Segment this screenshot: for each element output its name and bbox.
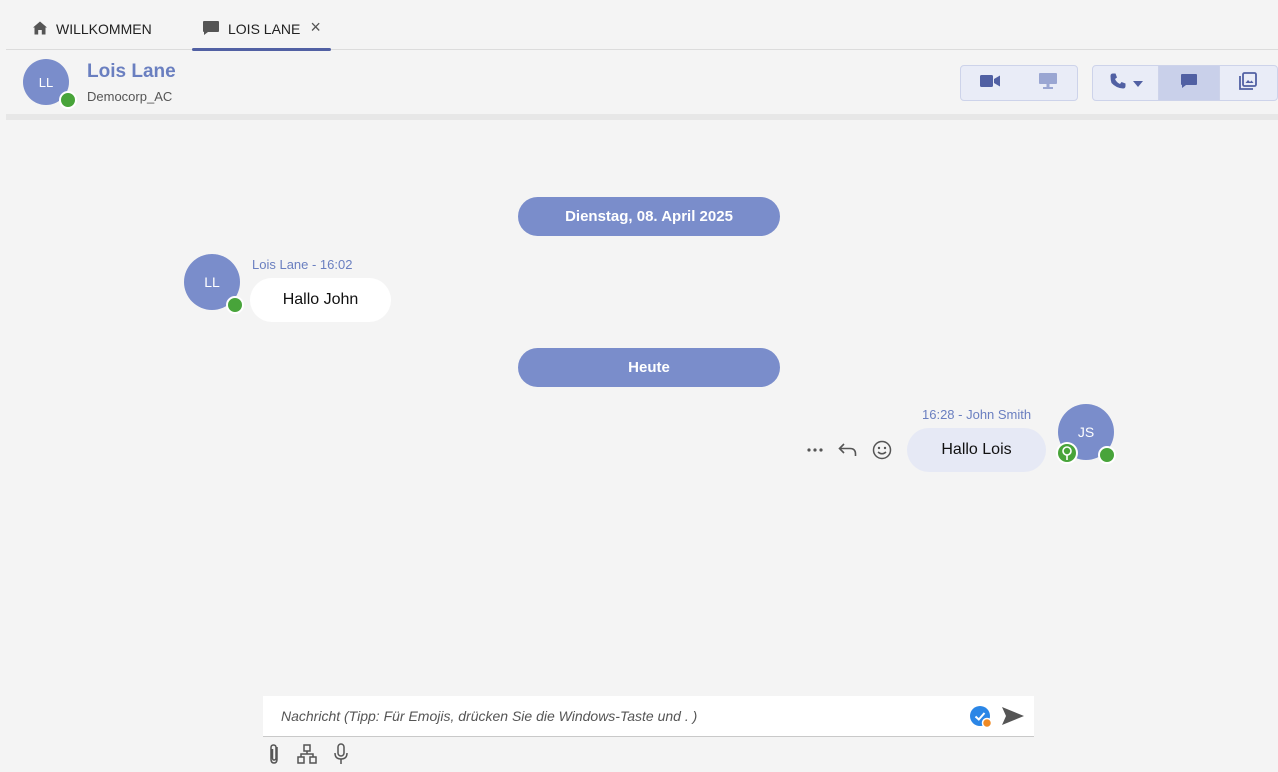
message-meta: Lois Lane - 16:02 (252, 257, 353, 272)
presence-online-icon (226, 296, 244, 314)
message-bubble[interactable]: Hallo John (250, 278, 391, 322)
avatar-initials: LL (38, 74, 54, 90)
tab-lois-lane[interactable]: LOIS LANE × (192, 8, 331, 51)
date-separator: Heute (518, 348, 780, 387)
presence-online-icon (1098, 446, 1116, 464)
contact-organization: Democorp_AC (87, 89, 173, 104)
tab-willkommen[interactable]: WILLKOMMEN (22, 8, 162, 50)
avatar-initials: JS (1077, 424, 1095, 440)
media-button-group (960, 65, 1078, 101)
whiteboard-button[interactable] (1220, 66, 1277, 100)
microphone-icon[interactable] (332, 742, 350, 766)
date-separator: Dienstag, 08. April 2025 (518, 197, 780, 236)
phone-icon (1109, 72, 1127, 95)
status-check-icon (969, 705, 993, 734)
presence-online-icon (59, 91, 77, 109)
conversation-header: LL Lois Lane Democorp_AC (6, 51, 1278, 114)
read-receipt-icon (1056, 442, 1078, 464)
communication-button-group (1092, 65, 1278, 101)
chevron-down-icon (1132, 74, 1143, 92)
avatar[interactable]: JS (1056, 404, 1116, 464)
tab-bar: WILLKOMMEN LOIS LANE × (6, 8, 1278, 51)
close-icon[interactable]: × (310, 18, 321, 36)
screen-share-icon (1038, 72, 1058, 95)
tab-label: WILLKOMMEN (56, 21, 152, 37)
header-separator (6, 114, 1278, 120)
composer-tools (266, 742, 350, 766)
send-icon[interactable] (1001, 705, 1025, 732)
chat-bubble-icon (202, 20, 220, 39)
attachment-icon[interactable] (266, 742, 282, 766)
avatar[interactable]: LL (184, 254, 244, 314)
message-composer (263, 696, 1034, 737)
chat-icon (1180, 73, 1198, 94)
tab-label: LOIS LANE (228, 21, 301, 37)
emoji-icon[interactable] (872, 440, 892, 460)
reply-icon[interactable] (838, 442, 858, 458)
chat-button[interactable] (1159, 66, 1219, 100)
message-input[interactable] (263, 696, 953, 736)
screen-share-button[interactable] (1019, 66, 1077, 100)
message-meta: 16:28 - John Smith (922, 407, 1032, 422)
video-call-button[interactable] (961, 66, 1019, 100)
structure-icon[interactable] (296, 743, 318, 765)
avatar-initials: LL (204, 274, 220, 290)
contact-name[interactable]: Lois Lane (87, 61, 176, 83)
more-icon[interactable] (806, 447, 824, 453)
phone-call-button[interactable] (1093, 66, 1158, 100)
video-call-icon (980, 74, 1000, 93)
home-icon (32, 20, 48, 39)
whiteboard-icon (1239, 71, 1258, 95)
avatar[interactable]: LL (23, 59, 77, 109)
message-actions (806, 440, 892, 460)
message-bubble[interactable]: Hallo Lois (907, 428, 1046, 472)
